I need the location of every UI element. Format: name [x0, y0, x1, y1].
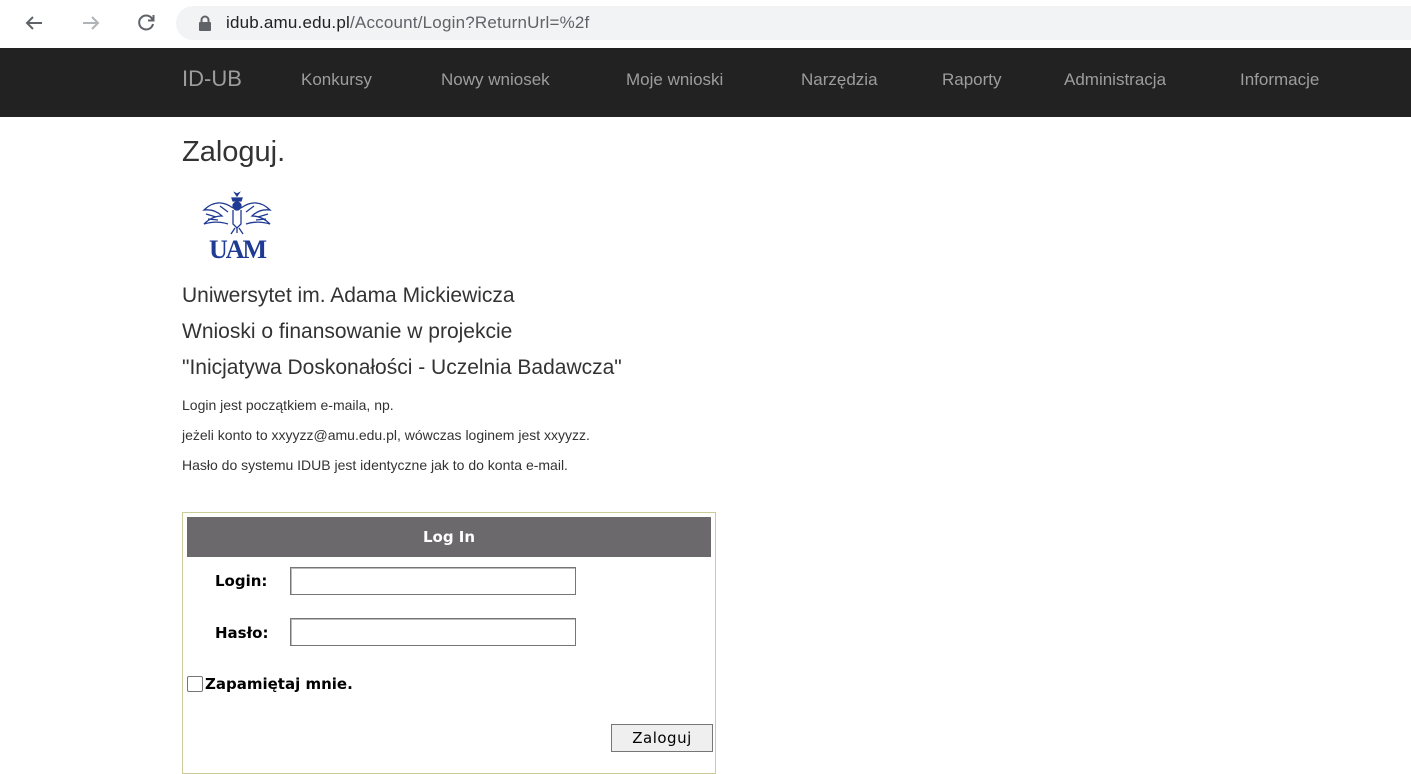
uam-logo: UAM	[192, 190, 282, 264]
login-form: Log In Login: Hasło: Zapamiętaj mnie. Za…	[182, 512, 716, 774]
university-name: Uniwersytet im. Adama Mickiewicza	[182, 284, 515, 307]
remember-me[interactable]: Zapamiętaj mnie.	[187, 675, 353, 693]
project-name: "Inicjatywa Doskonałości - Uczelnia Bada…	[182, 356, 622, 379]
password-input[interactable]	[290, 618, 576, 646]
nav-item-raporty[interactable]: Raporty	[942, 70, 1002, 90]
nav-item-nowy-wniosek[interactable]: Nowy wniosek	[441, 70, 550, 90]
url-host: idub.amu.edu.pl	[226, 13, 350, 32]
login-hint-1: Login jest początkiem e-maila, np.	[182, 397, 394, 413]
lock-icon[interactable]	[196, 14, 214, 32]
browser-toolbar: idub.amu.edu.pl/Account/Login?ReturnUrl=…	[0, 0, 1411, 48]
project-line: Wnioski o finansowanie w projekcie	[182, 320, 513, 343]
page-title: Zaloguj.	[182, 136, 286, 168]
url-text[interactable]: idub.amu.edu.pl/Account/Login?ReturnUrl=…	[226, 13, 589, 33]
url-path: /Account/Login?ReturnUrl=%2f	[349, 13, 590, 32]
nav-item-konkursy[interactable]: Konkursy	[301, 70, 372, 90]
top-navbar: ID-UB Konkursy Nowy wniosek Moje wnioski…	[0, 48, 1411, 117]
login-submit-button[interactable]: Zaloguj	[611, 724, 713, 752]
login-form-header: Log In	[187, 517, 711, 557]
back-arrow-icon[interactable]	[21, 10, 47, 36]
nav-item-informacje[interactable]: Informacje	[1240, 70, 1319, 90]
nav-item-moje-wnioski[interactable]: Moje wnioski	[626, 70, 723, 90]
remember-label[interactable]: Zapamiętaj mnie.	[205, 675, 353, 693]
login-label: Login:	[215, 572, 268, 590]
login-input[interactable]	[290, 567, 576, 595]
login-hint-2: jeżeli konto to xxyyzz@amu.edu.pl, wówcz…	[182, 427, 590, 443]
login-hint-3: Hasło do systemu IDUB jest identyczne ja…	[182, 457, 568, 473]
logo-text: UAM	[209, 235, 267, 262]
nav-item-administracja[interactable]: Administracja	[1064, 70, 1166, 90]
password-label: Hasło:	[215, 624, 269, 642]
brand-link[interactable]: ID-UB	[182, 66, 242, 92]
remember-checkbox[interactable]	[187, 676, 203, 692]
forward-arrow-icon[interactable]	[78, 10, 104, 36]
address-bar[interactable]: idub.amu.edu.pl/Account/Login?ReturnUrl=…	[176, 6, 1411, 40]
nav-item-narzedzia[interactable]: Narzędzia	[801, 70, 878, 90]
reload-icon[interactable]	[133, 10, 159, 36]
